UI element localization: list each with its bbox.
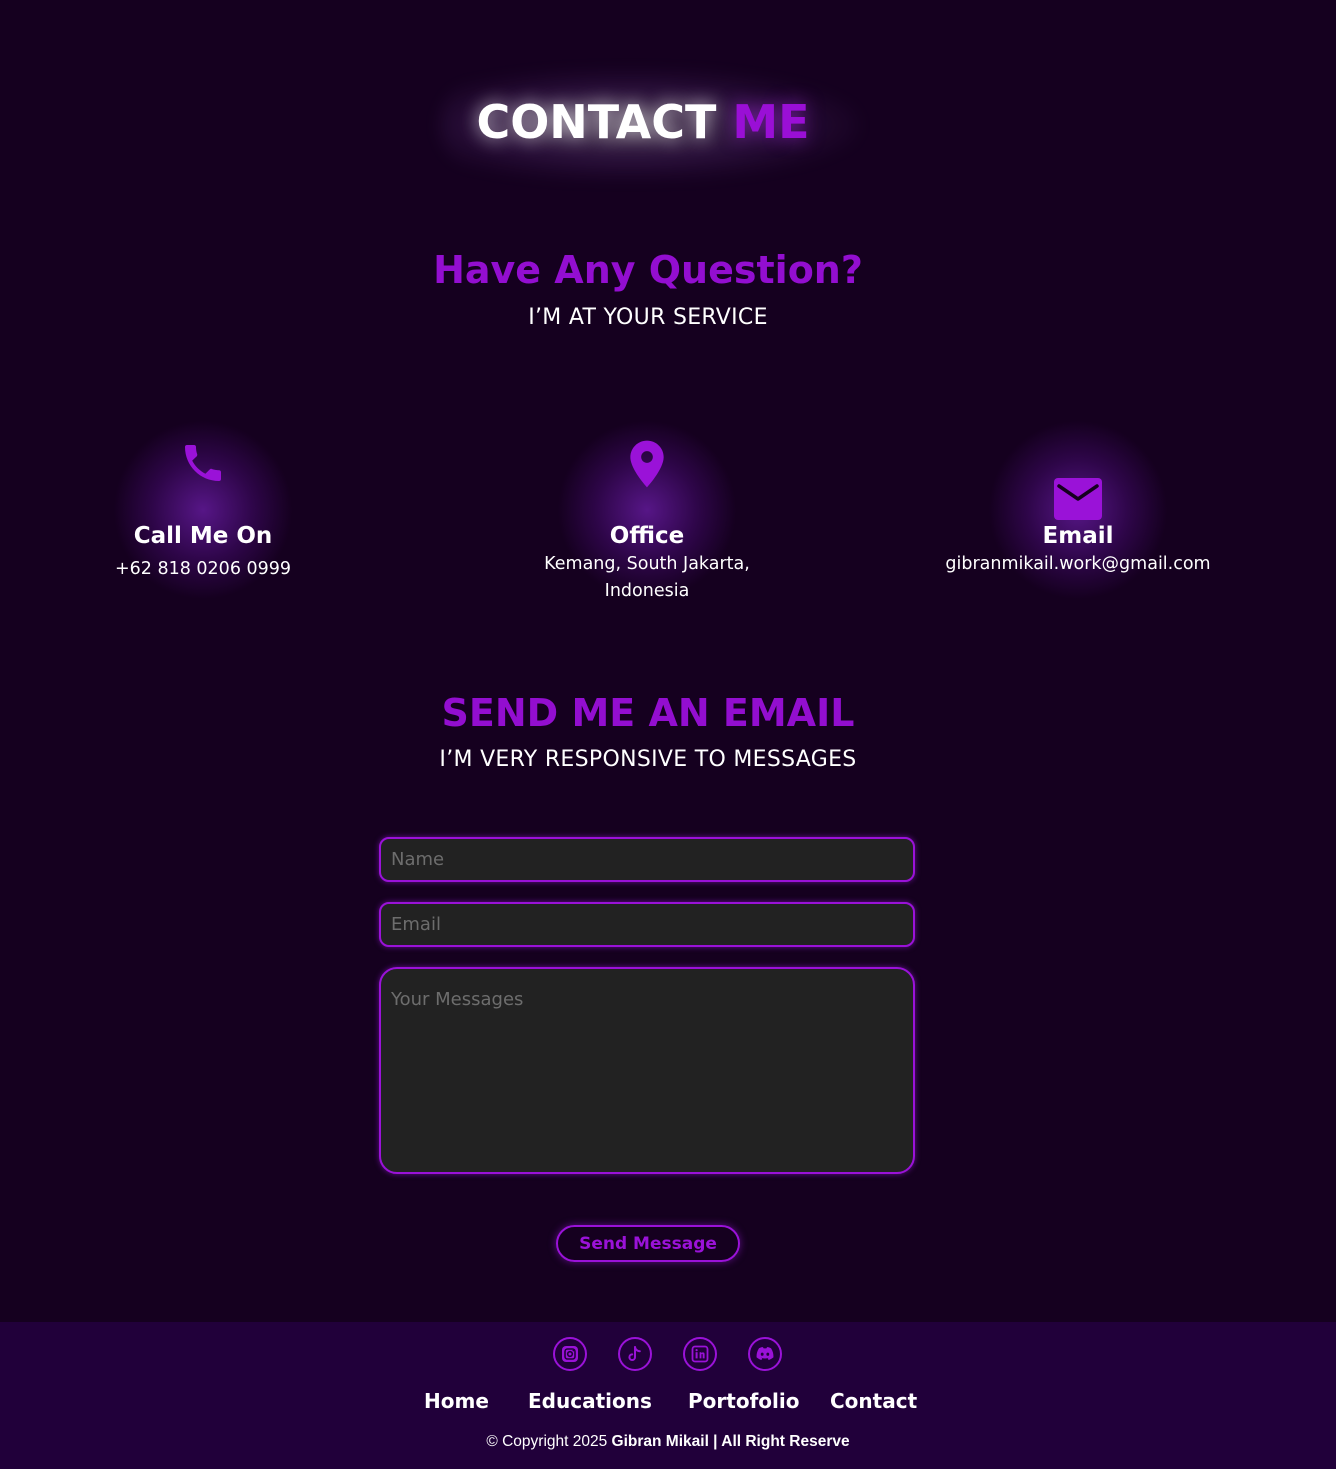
envelope-icon: [898, 478, 1258, 520]
contact-card-office: Office Kemang, South Jakarta, Indonesia: [467, 400, 827, 620]
copyright: © Copyright 2025 Gibran Mikail | All Rig…: [0, 1433, 1336, 1451]
email-address: gibranmikail.work@gmail.com: [945, 554, 1211, 574]
page-title: CONTACT ME: [0, 92, 1286, 152]
email-section-subheadline: I’M VERY RESPONSIVE TO MESSAGES: [439, 747, 857, 772]
card-label: Office: [609, 523, 685, 549]
location-pin-icon: [467, 438, 827, 490]
contact-card-email: Email gibranmikail.work@gmail.com: [898, 400, 1258, 620]
intro-headline: Have Any Question?: [433, 248, 863, 292]
linkedin-icon[interactable]: [683, 1337, 717, 1371]
page-title-main: CONTACT: [476, 95, 717, 149]
footer-nav-home[interactable]: Home: [424, 1389, 489, 1413]
page-title-accent: ME: [732, 95, 810, 149]
phone-number: +62 818 0206 0999: [114, 559, 292, 579]
office-address-line1: Kemang, South Jakarta,: [544, 554, 750, 574]
card-label: Email: [1042, 523, 1114, 549]
phone-icon: [23, 438, 383, 488]
footer-nav-portofolio[interactable]: Portofolio: [688, 1389, 799, 1413]
discord-icon[interactable]: [748, 1337, 782, 1371]
send-message-button[interactable]: Send Message: [556, 1225, 740, 1262]
instagram-icon[interactable]: [553, 1337, 587, 1371]
copyright-prefix: © Copyright 2025: [486, 1433, 608, 1450]
intro-subheadline: I’M AT YOUR SERVICE: [528, 305, 768, 330]
tiktok-icon[interactable]: [618, 1337, 652, 1371]
email-section-headline: SEND ME AN EMAIL: [441, 691, 855, 735]
footer-nav-contact[interactable]: Contact: [830, 1389, 917, 1413]
contact-card-phone: Call Me On +62 818 0206 0999: [23, 400, 383, 620]
footer: Home Educations Portofolio Contact © Cop…: [0, 1322, 1336, 1469]
office-address-line2: Indonesia: [604, 581, 690, 601]
copyright-owner: Gibran Mikail | All Right Reserve: [611, 1433, 850, 1450]
footer-nav-educations[interactable]: Educations: [528, 1389, 652, 1413]
email-input[interactable]: [379, 902, 915, 947]
name-input[interactable]: [379, 837, 915, 882]
message-textarea[interactable]: [379, 967, 915, 1174]
card-label: Call Me On: [133, 523, 273, 549]
